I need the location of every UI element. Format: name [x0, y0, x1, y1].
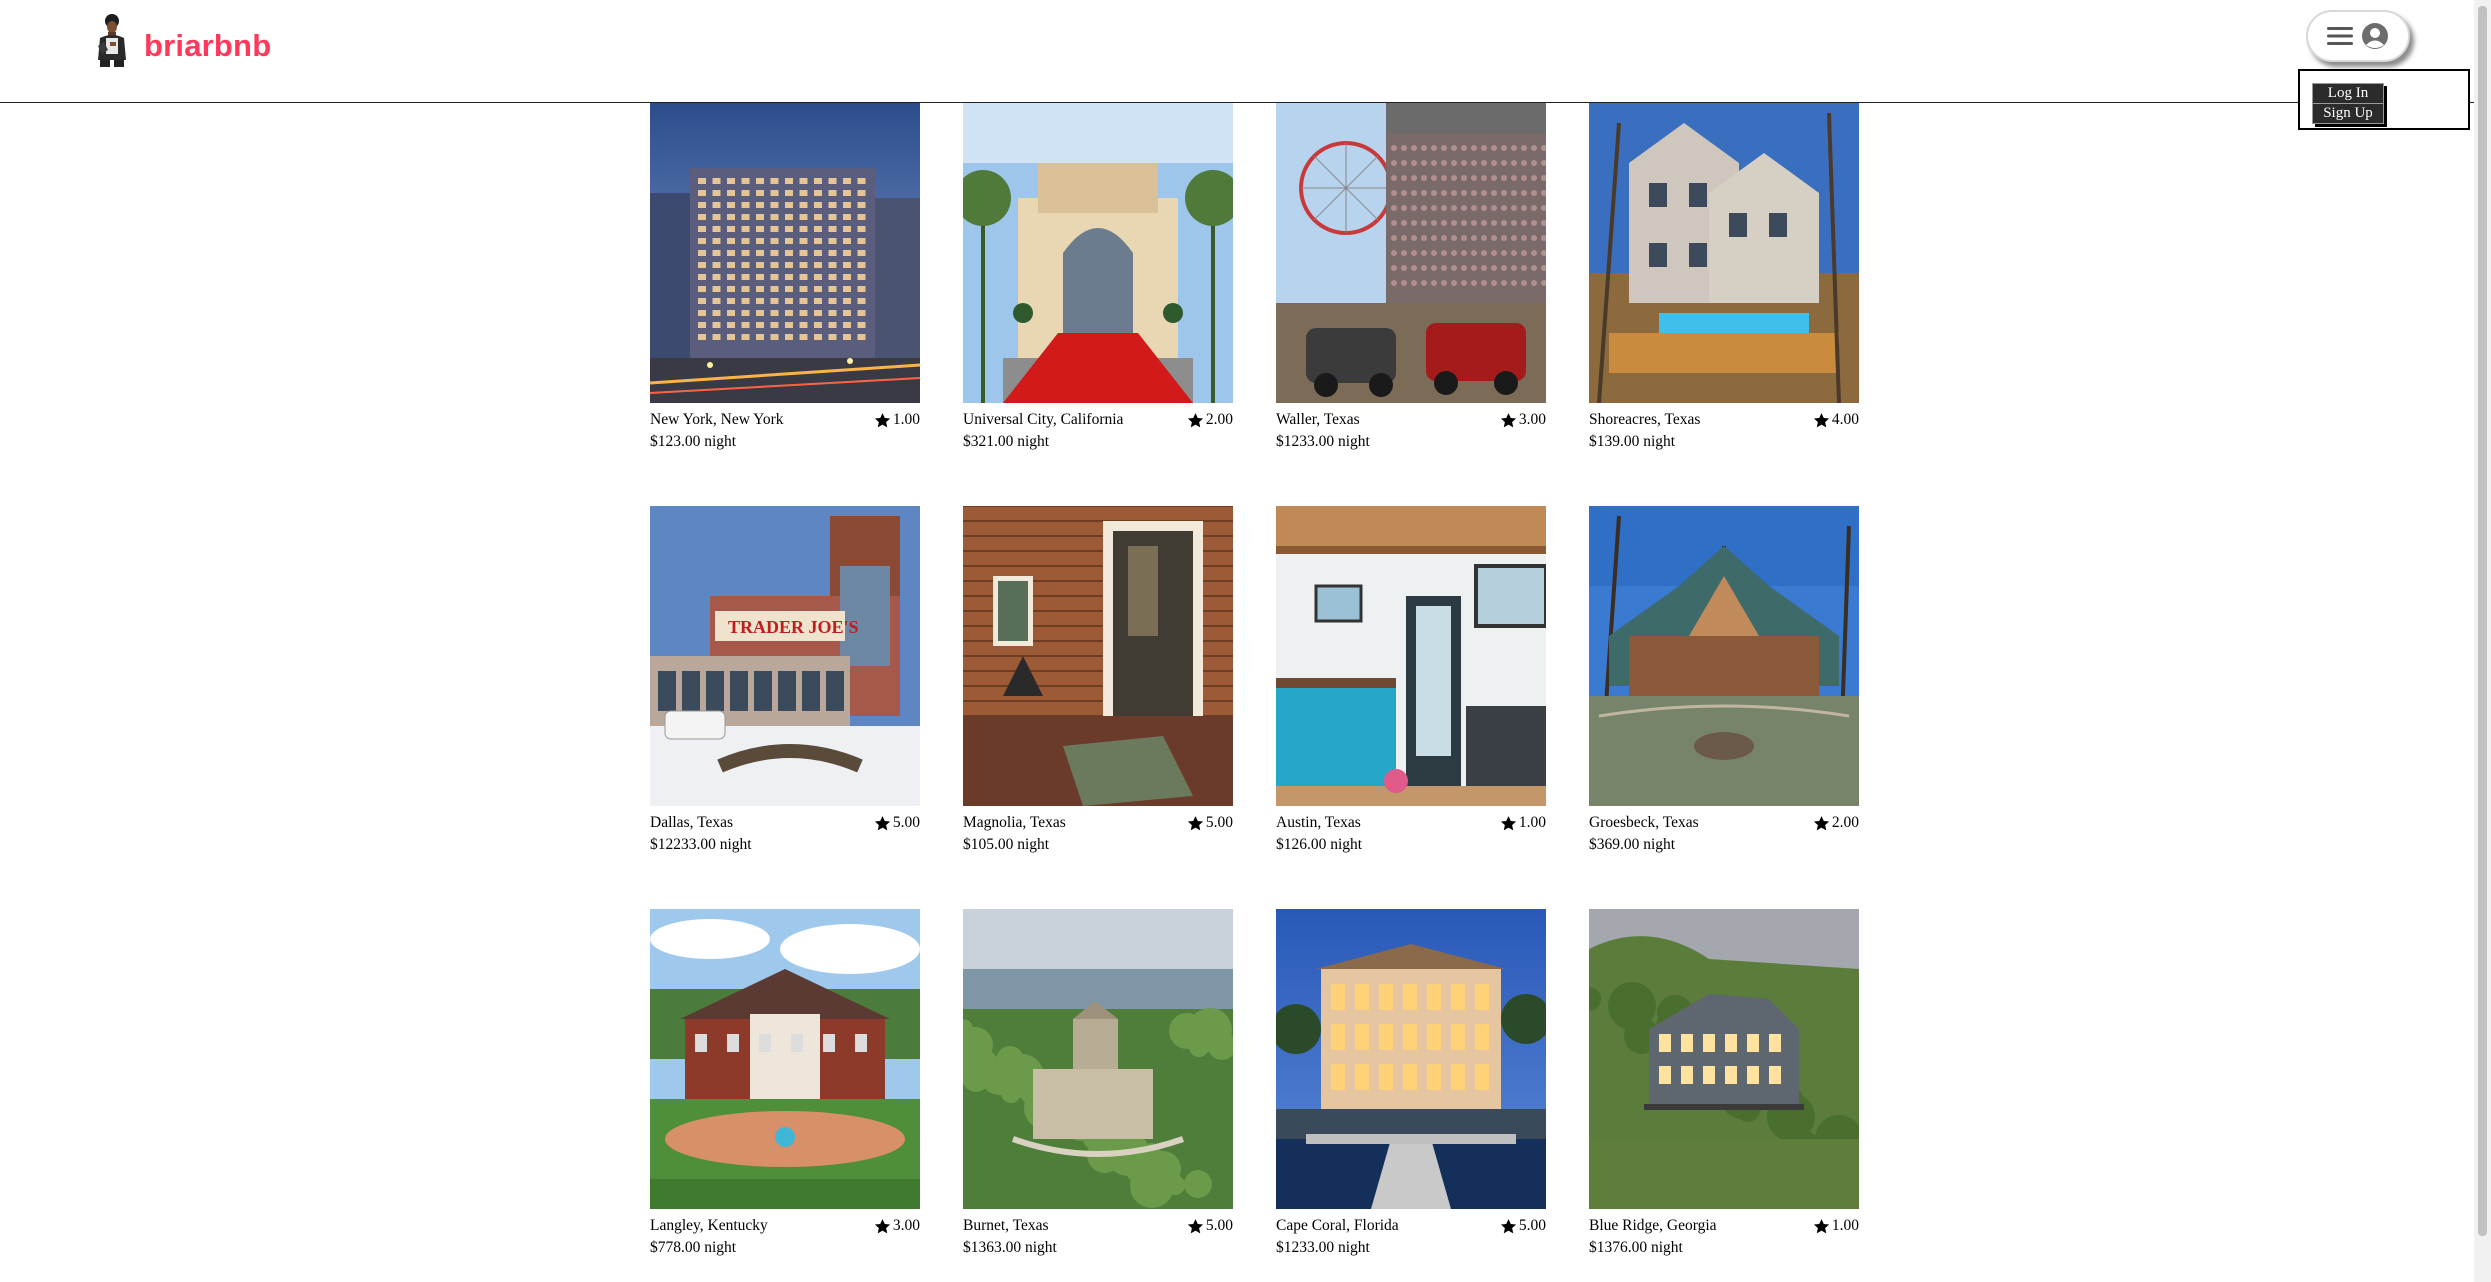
- listing-location: Burnet, Texas: [963, 1217, 1049, 1234]
- brand-name: briarbnb: [144, 28, 272, 63]
- star-icon: [1500, 412, 1516, 427]
- listing-price: $123.00 night: [650, 433, 737, 450]
- listing-price: $1233.00 night: [1276, 433, 1370, 450]
- logo[interactable]: briarbnb: [92, 10, 271, 70]
- star-icon: [1500, 815, 1516, 830]
- rating-value: 5.00: [892, 814, 920, 831]
- hamburger-icon: [2327, 27, 2353, 45]
- star-icon: [874, 412, 890, 427]
- listing-location: New York, New York: [650, 411, 784, 428]
- vertical-scrollbar[interactable]: [2474, 0, 2491, 1282]
- listing-image[interactable]: [1276, 909, 1546, 1209]
- profile-menu-button[interactable]: [2306, 10, 2410, 62]
- listing-rating: 4.00: [1813, 411, 1859, 429]
- listing-location: Groesbeck, Texas: [1589, 814, 1699, 831]
- listing-card[interactable]: Burnet, Texas 5.00 $1363.00 night: [963, 909, 1233, 1257]
- listing-card[interactable]: Magnolia, Texas 5.00 $105.00 night: [963, 506, 1233, 854]
- star-icon: [1187, 1218, 1203, 1233]
- listing-location: Dallas, Texas: [650, 814, 733, 831]
- rating-value: 2.00: [1205, 411, 1233, 428]
- listing-card[interactable]: Blue Ridge, Georgia 1.00 $1376.00 night: [1589, 909, 1859, 1257]
- listing-card[interactable]: New York, New York 1.00 $123.00 night: [650, 103, 920, 451]
- listing-card[interactable]: Groesbeck, Texas 2.00 $369.00 night: [1589, 506, 1859, 854]
- listing-image[interactable]: [1589, 103, 1859, 403]
- listing-image[interactable]: [963, 909, 1233, 1209]
- listing-rating: 5.00: [1187, 1217, 1233, 1235]
- listing-price: $139.00 night: [1589, 433, 1676, 450]
- listing-image[interactable]: [1276, 103, 1546, 403]
- listing-image[interactable]: [1589, 909, 1859, 1209]
- listing-price: $1233.00 night: [1276, 1239, 1370, 1256]
- listing-rating: 2.00: [1813, 814, 1859, 832]
- listing-rating: 5.00: [1187, 814, 1233, 832]
- listing-location: Universal City, California: [963, 411, 1124, 428]
- listing-location: Magnolia, Texas: [963, 814, 1066, 831]
- star-icon: [1813, 412, 1829, 427]
- listing-location: Langley, Kentucky: [650, 1217, 768, 1234]
- listing-price: $105.00 night: [963, 836, 1050, 853]
- rating-value: 5.00: [1205, 1217, 1233, 1234]
- listing-rating: 3.00: [874, 1217, 920, 1235]
- listing-price: $1363.00 night: [963, 1239, 1057, 1256]
- listing-card[interactable]: TRADER JOE'S Dallas, Texas 5.00 $12233.0…: [650, 506, 920, 854]
- listing-price: $126.00 night: [1276, 836, 1363, 853]
- rating-value: 2.00: [1831, 814, 1859, 831]
- logo-avatar-icon: [98, 14, 126, 67]
- listing-rating: 1.00: [1500, 814, 1546, 832]
- listing-price: $778.00 night: [650, 1239, 737, 1256]
- svg-text:TRADER JOE'S: TRADER JOE'S: [728, 617, 859, 637]
- listing-image[interactable]: [963, 506, 1233, 806]
- listing-location: Blue Ridge, Georgia: [1589, 1217, 1717, 1234]
- listing-rating: 5.00: [874, 814, 920, 832]
- listing-rating: 3.00: [1500, 411, 1546, 429]
- listing-rating: 5.00: [1500, 1217, 1546, 1235]
- listing-location: Austin, Texas: [1276, 814, 1361, 831]
- rating-value: 5.00: [1518, 1217, 1546, 1234]
- rating-value: 5.00: [1205, 814, 1233, 831]
- listing-rating: 1.00: [1813, 1217, 1859, 1235]
- star-icon: [1813, 1218, 1829, 1233]
- log-in-button[interactable]: Log In: [2312, 83, 2384, 104]
- user-circle-icon: [2362, 23, 2388, 49]
- listing-location: Waller, Texas: [1276, 411, 1360, 428]
- star-icon: [1187, 815, 1203, 830]
- rating-value: 3.00: [1518, 411, 1546, 428]
- rating-value: 1.00: [1518, 814, 1546, 831]
- rating-value: 1.00: [892, 411, 920, 428]
- listing-image[interactable]: [650, 103, 920, 403]
- listing-location: Cape Coral, Florida: [1276, 1217, 1399, 1234]
- star-icon: [874, 815, 890, 830]
- star-icon: [1500, 1218, 1516, 1233]
- listing-image[interactable]: [963, 103, 1233, 403]
- listing-card[interactable]: Langley, Kentucky 3.00 $778.00 night: [650, 909, 920, 1257]
- listing-price: $1376.00 night: [1589, 1239, 1683, 1256]
- rating-value: 3.00: [892, 1217, 920, 1234]
- profile-dropdown-menu: Log In Sign Up: [2298, 69, 2470, 130]
- listing-image[interactable]: TRADER JOE'S: [650, 506, 920, 806]
- listing-card[interactable]: Cape Coral, Florida 5.00 $1233.00 night: [1276, 909, 1546, 1257]
- listing-price: $369.00 night: [1589, 836, 1676, 853]
- rating-value: 4.00: [1831, 411, 1859, 428]
- listing-card[interactable]: Universal City, California 2.00 $321.00 …: [963, 103, 1233, 451]
- listing-price: $321.00 night: [963, 433, 1050, 450]
- star-icon: [874, 1218, 890, 1233]
- listing-location: Shoreacres, Texas: [1589, 411, 1701, 428]
- listing-rating: 1.00: [874, 411, 920, 429]
- site-header: briarbnb: [0, 0, 2491, 103]
- listing-image[interactable]: [1276, 506, 1546, 806]
- star-icon: [1187, 412, 1203, 427]
- listing-card[interactable]: Shoreacres, Texas 4.00 $139.00 night: [1589, 103, 1859, 451]
- listing-image[interactable]: [1589, 506, 1859, 806]
- sign-up-button[interactable]: Sign Up: [2312, 103, 2384, 124]
- listing-card[interactable]: Waller, Texas 3.00 $1233.00 night: [1276, 103, 1546, 451]
- star-icon: [1813, 815, 1829, 830]
- listing-price: $12233.00 night: [650, 836, 752, 853]
- listing-image[interactable]: [650, 909, 920, 1209]
- rating-value: 1.00: [1831, 1217, 1859, 1234]
- listing-rating: 2.00: [1187, 411, 1233, 429]
- listing-card[interactable]: Austin, Texas 1.00 $126.00 night: [1276, 506, 1546, 854]
- scrollbar-thumb[interactable]: [2478, 6, 2487, 1236]
